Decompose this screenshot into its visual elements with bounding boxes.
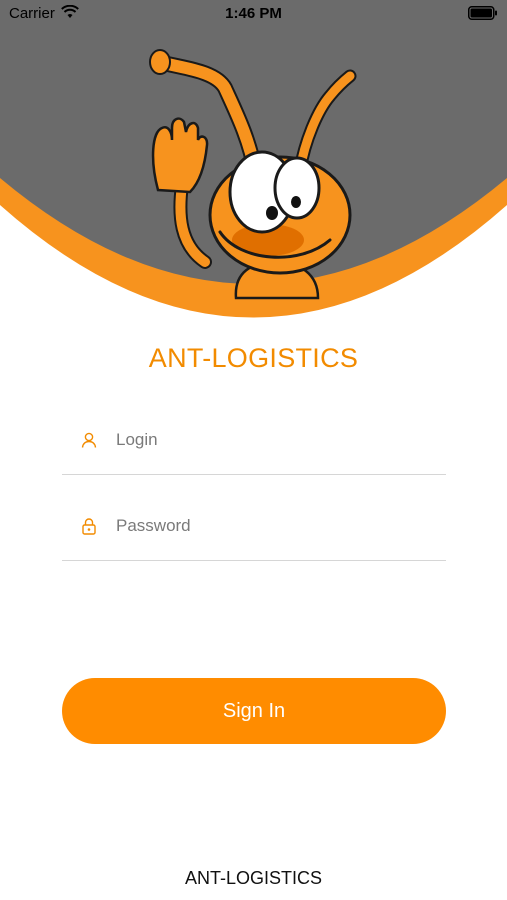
status-bar: Carrier 1:46 PM — [0, 0, 507, 28]
app-title: ANT-LOGISTICS — [148, 343, 359, 373]
footer-brand: ANT-LOGISTICS — [184, 868, 323, 888]
lock-icon — [82, 518, 96, 535]
header-art — [0, 0, 507, 318]
password-field[interactable] — [62, 508, 446, 561]
login-field[interactable] — [62, 422, 446, 475]
clock: 1:46 PM — [225, 5, 282, 22]
battery-icon — [468, 6, 497, 20]
user-icon — [81, 432, 97, 448]
login-input[interactable] — [116, 426, 436, 454]
password-input[interactable] — [116, 512, 436, 540]
login-screen: Carrier 1:46 PM ANT-LOGISTICS Sign In AN… — [0, 0, 507, 900]
sign-in-button[interactable]: Sign In — [62, 678, 446, 744]
